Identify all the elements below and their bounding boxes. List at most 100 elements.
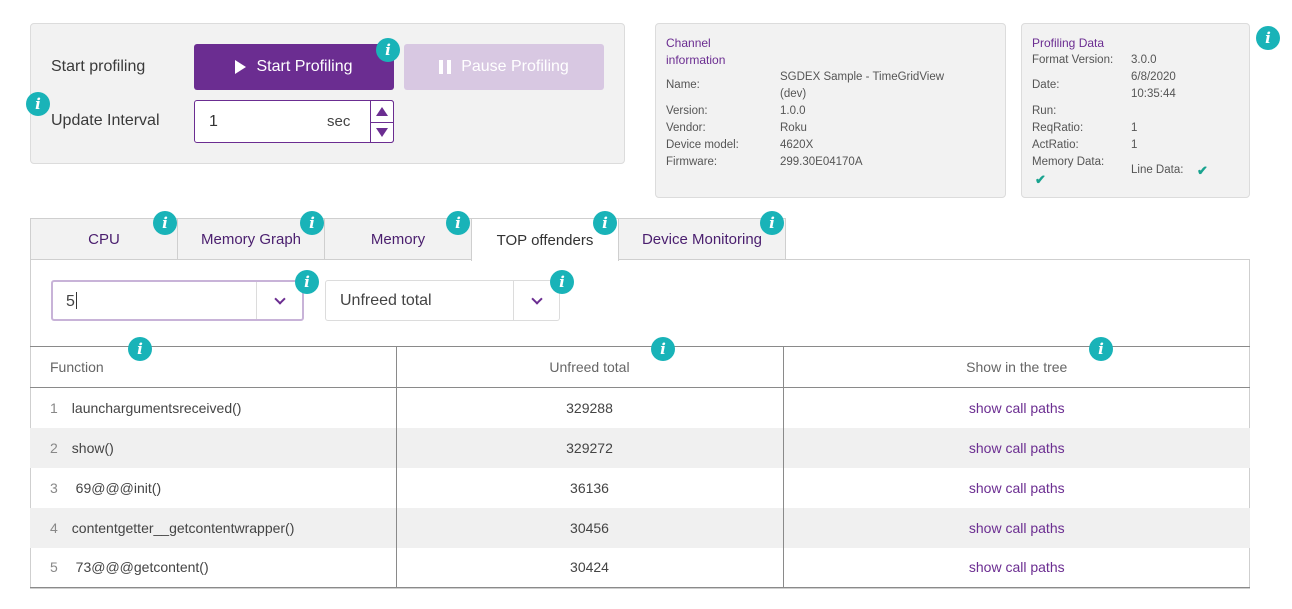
firmware-label: Firmware: — [666, 156, 718, 168]
count-select-toggle[interactable] — [256, 282, 302, 319]
table-header-row: Function Unfreed total Show in the tree — [30, 346, 1250, 388]
tab-cpu-info-icon[interactable]: i — [153, 211, 177, 235]
table-row: 1 launchargumentsreceived() 329288 show c… — [30, 387, 1250, 428]
top-offenders-table: Function Unfreed total Show in the tree … — [30, 346, 1250, 588]
date-value-2: 10:35:44 — [1131, 88, 1176, 100]
tab-memory-graph-label: Memory Graph — [200, 231, 302, 248]
play-icon — [235, 60, 247, 74]
tab-top-offenders-label: TOP offenders — [496, 231, 594, 249]
row-number: 2 — [50, 439, 58, 456]
unfreed-total-column-header[interactable]: Unfreed total — [395, 346, 783, 388]
function-cell: 2 show() — [30, 427, 396, 468]
tab-top-offenders-info-icon[interactable]: i — [593, 211, 617, 235]
show-call-paths-link[interactable]: show call paths — [969, 480, 1065, 496]
reqratio-value: 1 — [1131, 122, 1138, 134]
function-cell: 1 launchargumentsreceived() — [30, 388, 396, 428]
start-profiling-button-label: Start Profiling — [256, 58, 353, 75]
arrow-down-icon — [376, 127, 388, 137]
function-cell: 3 69@@@init() — [30, 468, 396, 508]
tab-cpu-label: CPU — [88, 231, 120, 248]
tab-device-monitoring-info-icon[interactable]: i — [760, 211, 784, 235]
channel-info-panel: Channel information Name: SGDEX Sample -… — [655, 23, 1006, 198]
start-profiling-info-icon[interactable]: i — [376, 38, 400, 62]
row-number: 5 — [50, 559, 58, 576]
function-name: 73@@@getcontent() — [71, 559, 209, 576]
show-in-tree-cell: show call paths — [782, 467, 1250, 508]
vendor-value: Roku — [780, 122, 807, 134]
interval-stepper — [370, 100, 394, 143]
actratio-label: ActRatio: — [1032, 139, 1079, 151]
tab-memory-graph-info-icon[interactable]: i — [300, 211, 324, 235]
profiling-data-title: Profiling Data — [1032, 36, 1105, 50]
arrow-up-icon — [376, 106, 388, 116]
show-call-paths-link[interactable]: show call paths — [969, 559, 1065, 575]
line-data-label: Line Data: — [1131, 164, 1184, 176]
function-name: launchargumentsreceived() — [71, 399, 242, 416]
pause-icon — [439, 60, 452, 74]
date-label: Date: — [1032, 79, 1060, 91]
table-row: 2 show() 329272 show call paths — [30, 427, 1250, 468]
profiling-control-panel: Start profiling Start Profiling Pause Pr… — [30, 23, 625, 164]
memory-data-label: Memory Data: — [1032, 156, 1105, 168]
count-select-info-icon[interactable]: i — [295, 270, 319, 294]
function-name: contentgetter__getcontentwrapper() — [71, 519, 295, 536]
metric-select[interactable]: Unfreed total — [325, 280, 560, 321]
actratio-value: 1 — [1131, 139, 1138, 151]
row-number: 1 — [50, 399, 58, 416]
interval-increment-button[interactable] — [371, 101, 393, 122]
line-data-check-icon: ✔ — [1197, 163, 1208, 178]
interval-decrement-button[interactable] — [371, 121, 393, 143]
show-in-tree-cell: show call paths — [782, 427, 1250, 468]
count-select-value: 5 — [66, 292, 77, 310]
show-call-paths-link[interactable]: show call paths — [969, 440, 1065, 456]
unfreed-total-column-info-icon[interactable]: i — [651, 337, 675, 361]
profiling-data-panel: Profiling Data Format Version: 3.0.0 Dat… — [1021, 23, 1250, 198]
update-interval-field: sec — [194, 100, 394, 143]
table-row: 5 73@@@getcontent() 30424 show call path… — [30, 547, 1250, 588]
function-name: 69@@@init() — [71, 479, 162, 496]
pause-profiling-button-label: Pause Profiling — [461, 58, 569, 75]
show-call-paths-link[interactable]: show call paths — [969, 400, 1065, 416]
date-value-1: 6/8/2020 — [1131, 71, 1176, 83]
unfreed-total-cell: 30456 — [395, 507, 783, 548]
profiling-data-info-icon[interactable]: i — [1256, 26, 1280, 50]
table-row: 3 69@@@init() 36136 show call paths — [30, 467, 1250, 508]
interval-unit-label: sec — [327, 113, 351, 130]
channel-info-title-1: Channel — [666, 36, 711, 50]
update-interval-info-icon[interactable]: i — [26, 92, 50, 116]
channel-info-title-2: information — [666, 53, 726, 67]
name-value-1: SGDEX Sample - TimeGridView — [780, 71, 945, 83]
show-in-tree-cell: show call paths — [782, 387, 1250, 428]
tab-memory-info-icon[interactable]: i — [446, 211, 470, 235]
run-label: Run: — [1032, 105, 1057, 117]
show-in-tree-column-info-icon[interactable]: i — [1089, 337, 1113, 361]
update-interval-label: Update Interval — [51, 112, 160, 129]
show-call-paths-link[interactable]: show call paths — [969, 520, 1065, 536]
unfreed-total-cell: 30424 — [395, 547, 783, 588]
device-model-label: Device model: — [666, 139, 739, 151]
chevron-down-icon — [530, 292, 543, 305]
start-profiling-button[interactable]: Start Profiling — [194, 44, 394, 90]
pause-profiling-button[interactable]: Pause Profiling — [404, 44, 604, 90]
chevron-down-icon — [273, 292, 286, 305]
metric-select-info-icon[interactable]: i — [550, 270, 574, 294]
unfreed-total-cell: 329288 — [395, 387, 783, 428]
function-column-header[interactable]: Function — [30, 346, 396, 388]
count-select[interactable]: 5 — [51, 280, 304, 321]
table-row: 4 contentgetter__getcontentwrapper() 3045… — [30, 507, 1250, 548]
name-value-2: (dev) — [780, 88, 807, 100]
function-cell: 4 contentgetter__getcontentwrapper() — [30, 507, 396, 548]
function-name: show() — [71, 439, 114, 456]
row-number: 4 — [50, 519, 58, 536]
tab-device-monitoring-label: Device Monitoring — [641, 231, 763, 248]
metric-select-value: Unfreed total — [340, 292, 432, 309]
start-profiling-label: Start profiling — [51, 58, 146, 75]
version-value: 1.0.0 — [780, 105, 806, 117]
function-column-info-icon[interactable]: i — [128, 337, 152, 361]
show-in-tree-cell: show call paths — [782, 507, 1250, 548]
function-cell: 5 73@@@getcontent() — [30, 547, 396, 588]
update-interval-input[interactable] — [195, 101, 315, 142]
format-version-label: Format Version: — [1032, 54, 1114, 66]
show-in-tree-cell: show call paths — [782, 547, 1250, 588]
vendor-label: Vendor: — [666, 122, 706, 134]
